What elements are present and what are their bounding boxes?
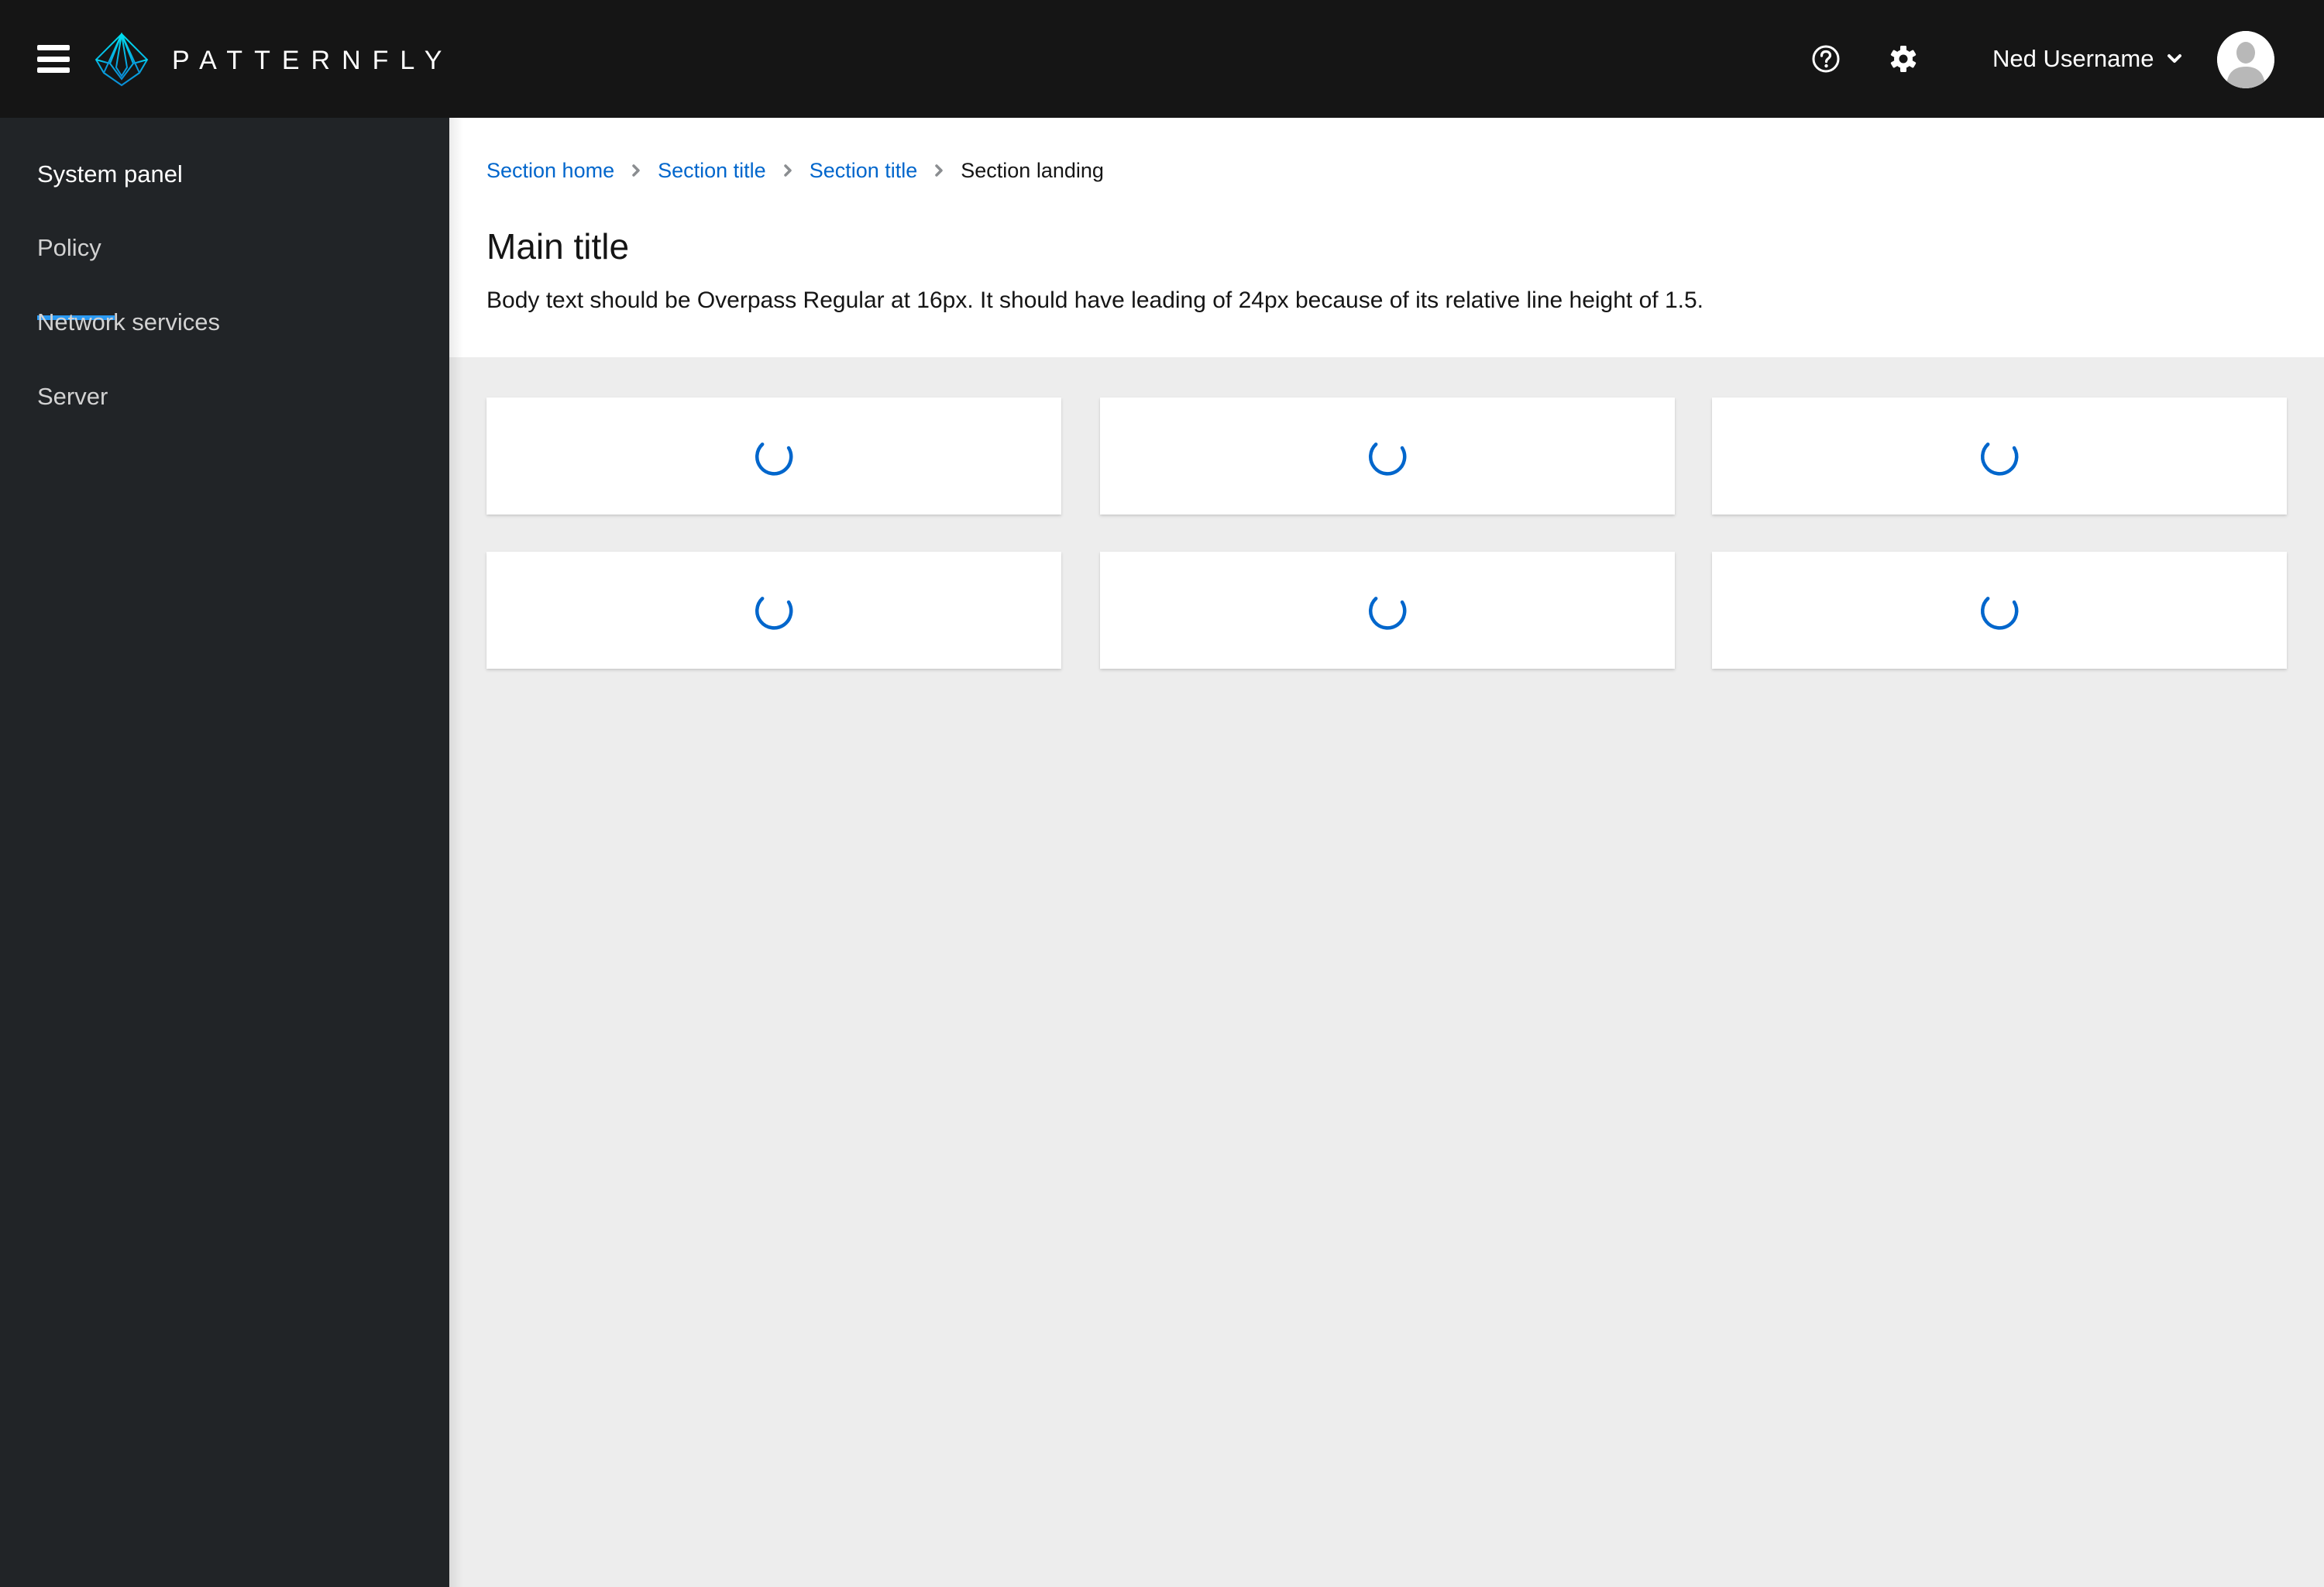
sidebar-item-policy[interactable]: Policy	[37, 232, 101, 263]
spinner-icon	[1980, 596, 2019, 630]
loading-card	[486, 398, 1061, 515]
breadcrumb-item-section-title-1[interactable]: Section title	[658, 157, 766, 184]
sidebar-item-network-services[interactable]: Network services	[37, 307, 220, 338]
page-header-section: Section home Section title Section title…	[449, 118, 2324, 357]
page-description: Body text should be Overpass Regular at …	[486, 287, 1703, 313]
chevron-right-icon	[632, 164, 640, 177]
spinner-icon	[1980, 442, 2019, 476]
spinner-icon	[755, 442, 793, 476]
user-dropdown[interactable]: Ned Username	[1992, 43, 2183, 74]
question-circle-icon[interactable]	[1811, 44, 1841, 74]
chevron-down-icon	[2168, 54, 2182, 63]
gear-icon[interactable]	[1889, 44, 1918, 74]
avatar[interactable]	[2217, 31, 2274, 88]
chevron-right-icon	[935, 164, 944, 177]
breadcrumb-item-section-home[interactable]: Section home	[486, 157, 614, 184]
breadcrumb-item-section-title-2[interactable]: Section title	[810, 157, 918, 184]
chevron-right-icon	[783, 164, 792, 177]
patternfly-logo-icon	[95, 33, 149, 87]
breadcrumb: Section home Section title Section title…	[486, 157, 1104, 184]
loading-card	[1712, 552, 2287, 669]
spinner-icon	[1368, 596, 1407, 630]
avatar-icon	[2217, 31, 2274, 88]
loading-card	[486, 552, 1061, 669]
masthead: PATTERNFLY Ned Username	[0, 0, 2324, 118]
loading-card	[1100, 398, 1675, 515]
username: Ned Username	[1992, 45, 2154, 72]
loading-card	[1100, 552, 1675, 669]
breadcrumb-item-current: Section landing	[961, 159, 1104, 182]
sidebar-nav: System panel Policy Network services Ser…	[0, 118, 449, 1587]
sidebar-item-server[interactable]: Server	[37, 381, 108, 412]
page-title: Main title	[486, 226, 630, 267]
brand-name: PATTERNFLY	[172, 46, 454, 75]
spinner-icon	[755, 596, 793, 630]
hamburger-icon[interactable]	[37, 45, 70, 73]
sidebar-item-system-panel[interactable]: System panel	[37, 159, 183, 190]
loading-card	[1712, 398, 2287, 515]
spinner-icon	[1368, 442, 1407, 476]
